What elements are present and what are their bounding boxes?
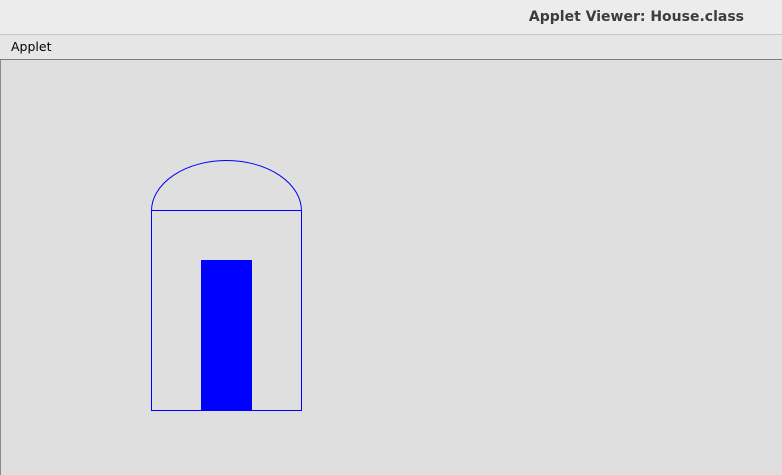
- title-bar[interactable]: Applet Viewer: House.class: [0, 0, 782, 35]
- house-drawing: [151, 160, 302, 411]
- menu-bar: Applet: [0, 35, 782, 60]
- house-roof: [151, 160, 302, 212]
- house-door: [201, 260, 252, 411]
- applet-viewer-window: Applet Viewer: House.class Applet: [0, 0, 782, 475]
- menu-applet[interactable]: Applet: [11, 39, 52, 54]
- window-title: Applet Viewer: House.class: [528, 9, 744, 25]
- applet-canvas: [0, 60, 782, 475]
